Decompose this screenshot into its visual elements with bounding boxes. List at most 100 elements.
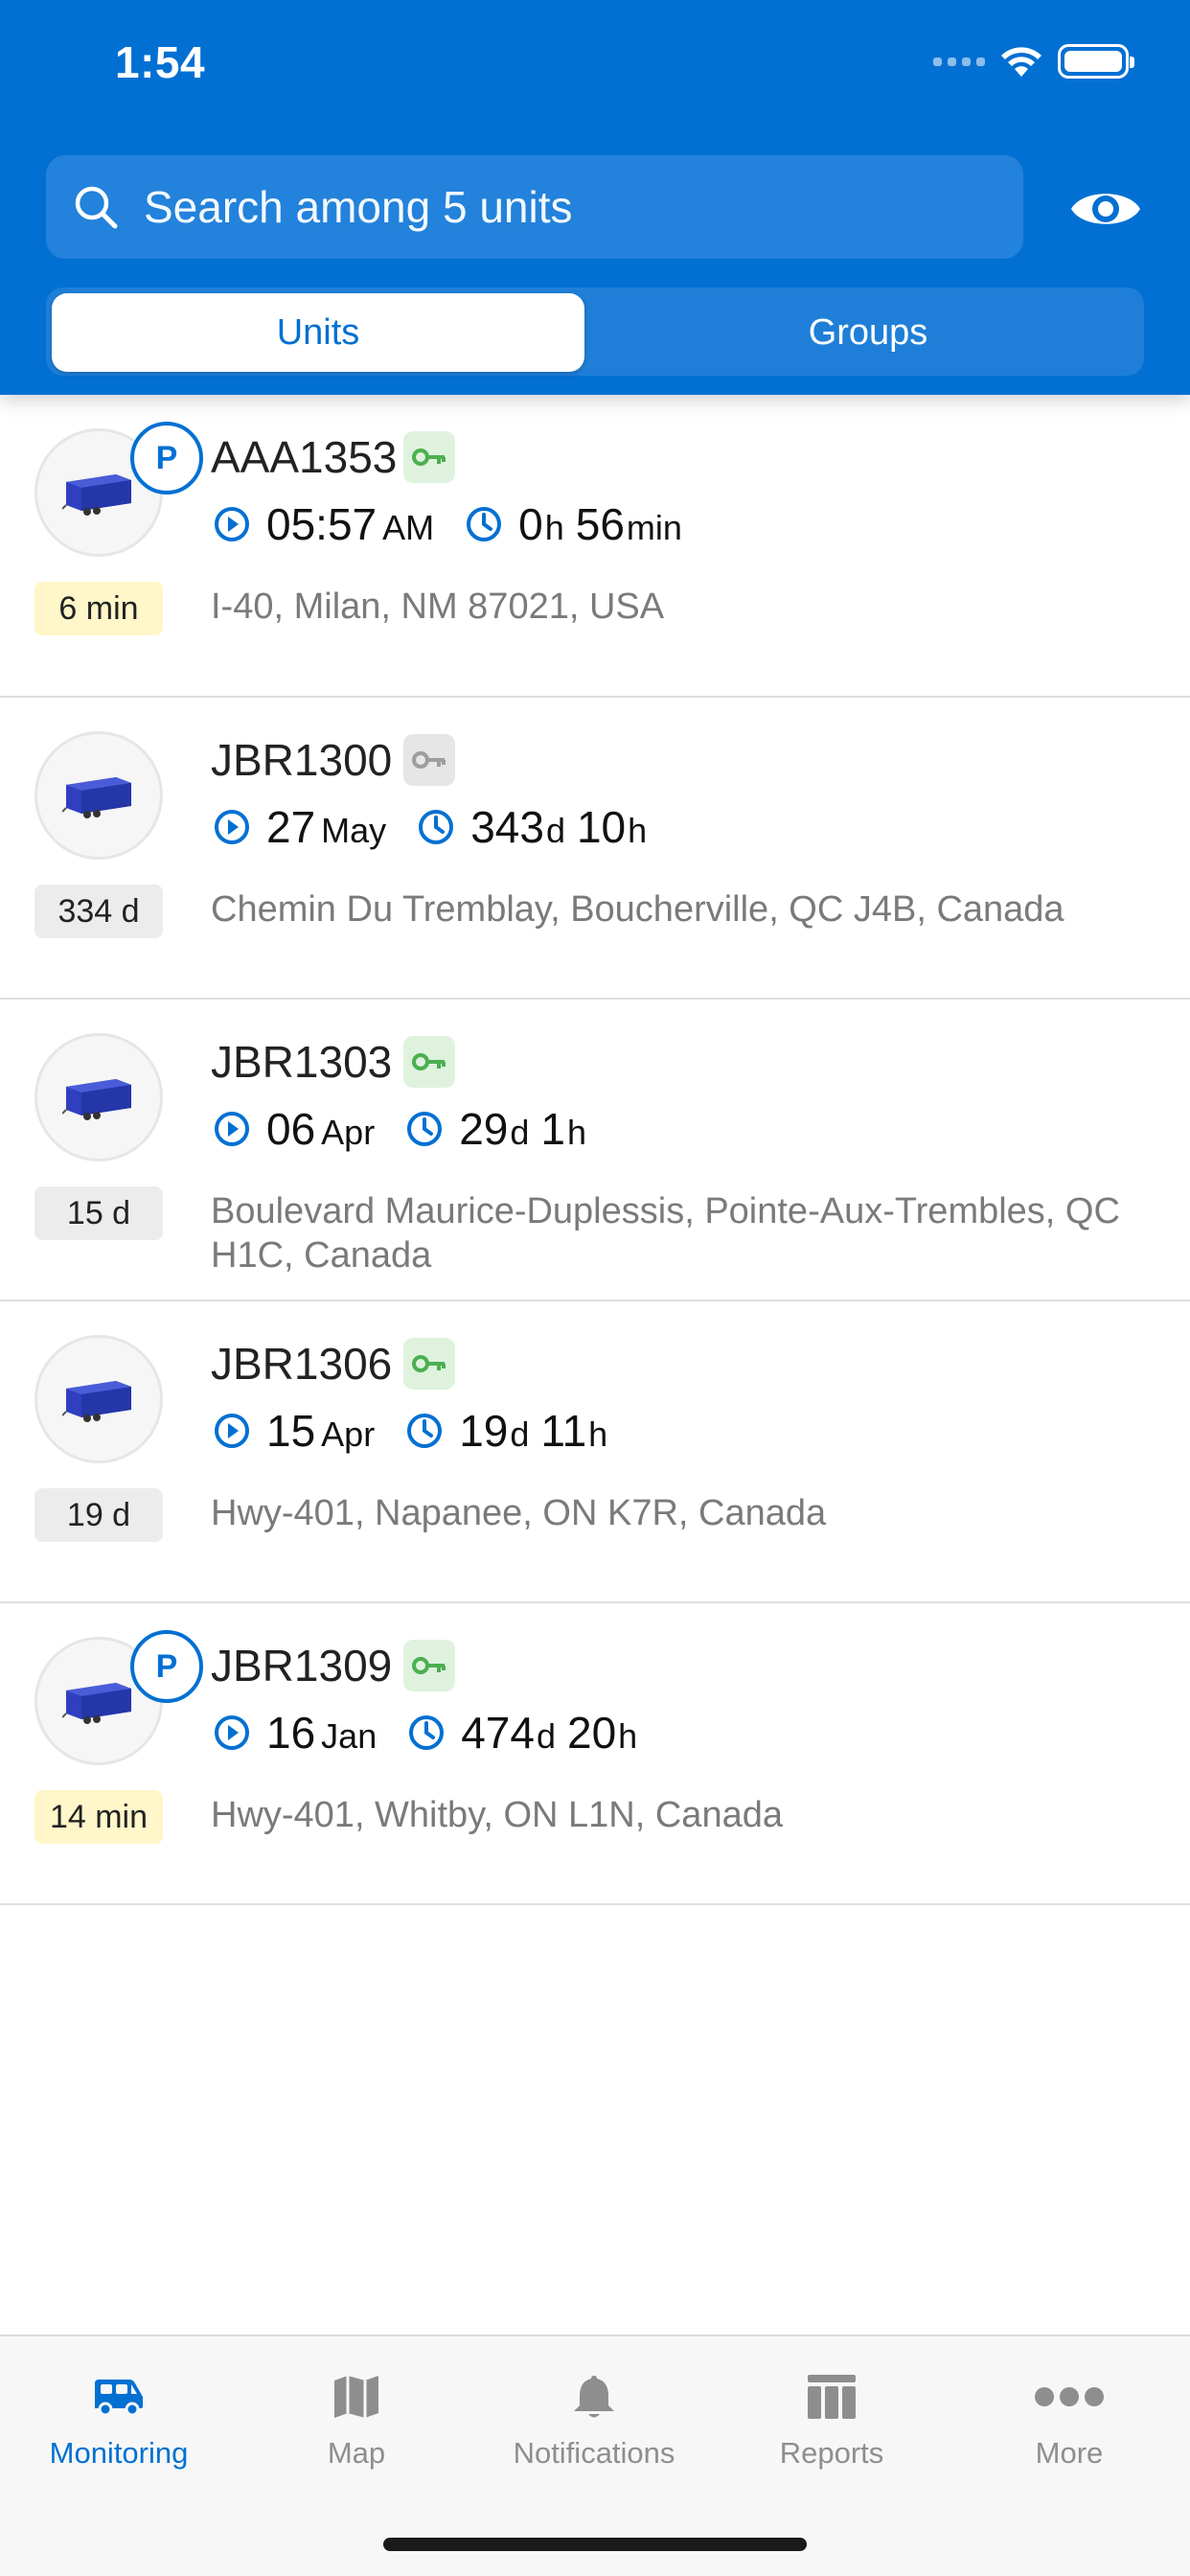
ignition-key-icon <box>403 1036 455 1088</box>
status-time: 1:54 <box>115 37 206 87</box>
last-time-value: 27 <box>266 802 316 852</box>
unit-row[interactable]: 334 d JBR1300 27 May 343 d 10 h Chemin Du Trembl… <box>0 698 1190 1000</box>
last-message-age: 14 min <box>34 1790 163 1844</box>
duration-unit-2: h <box>628 811 648 850</box>
duration-value-2: 10 <box>576 802 627 852</box>
last-time-value: 16 <box>266 1708 316 1758</box>
map-icon <box>332 2369 380 2425</box>
tab-label: Notifications <box>513 2436 675 2470</box>
last-time-unit: Apr <box>321 1414 376 1454</box>
ignition-key-icon <box>403 1640 455 1691</box>
duration-unit-2: h <box>618 1716 638 1756</box>
unit-name: AAA1353 <box>211 432 398 482</box>
search-input[interactable]: Search among 5 units <box>46 155 1023 259</box>
last-time-value: 15 <box>266 1406 316 1456</box>
duration-value-1: 474 <box>461 1708 535 1758</box>
clock-icon <box>415 806 457 848</box>
duration-unit-1: d <box>510 1414 530 1454</box>
duration-unit-1: h <box>544 508 564 547</box>
trailer-icon <box>34 1033 163 1162</box>
duration-unit-2: h <box>567 1113 587 1152</box>
last-message-time-icon <box>211 503 253 545</box>
duration-value-1: 19 <box>459 1406 509 1456</box>
duration-unit-1: d <box>536 1716 556 1756</box>
unit-address: Chemin Du Tremblay, Boucherville, QC J4B… <box>211 889 1064 930</box>
unit-stats: 16 Jan 474 d 20 h <box>211 1707 637 1759</box>
tab-units[interactable]: Units <box>52 293 584 372</box>
duration-value-2: 1 <box>540 1104 565 1154</box>
last-message-age: 6 min <box>34 582 163 635</box>
tab-reports[interactable]: Reports <box>713 2369 950 2471</box>
unit-address: Hwy-401, Napanee, ON K7R, Canada <box>211 1493 827 1533</box>
last-message-age: 15 d <box>34 1186 163 1240</box>
duration-value-1: 0 <box>518 499 543 549</box>
cellular-signal-icon <box>933 57 985 66</box>
tab-label: Monitoring <box>49 2436 189 2470</box>
unit-stats: 15 Apr 19 d 11 h <box>211 1405 607 1457</box>
last-message-age: 19 d <box>34 1488 163 1542</box>
parked-badge: P <box>130 1630 203 1703</box>
unit-stats: 27 May 343 d 10 h <box>211 801 647 853</box>
last-time-unit: May <box>321 811 387 850</box>
duration-unit-1: d <box>545 811 565 850</box>
visibility-toggle-button[interactable] <box>1065 169 1146 249</box>
truck-icon <box>91 2369 147 2425</box>
search-placeholder: Search among 5 units <box>144 182 573 232</box>
unit-row[interactable]: P 6 min AAA1353 05:57 AM 0 h 56 min I-40, Milan, … <box>0 395 1190 698</box>
last-message-time-icon <box>211 806 253 848</box>
search-icon <box>67 178 125 236</box>
tab-monitoring[interactable]: Monitoring <box>0 2369 238 2471</box>
segmented-control: Units Groups <box>46 288 1144 376</box>
unit-name: JBR1309 <box>211 1641 393 1690</box>
trailer-icon <box>34 1335 163 1463</box>
bell-icon <box>572 2369 616 2425</box>
last-time-unit: Apr <box>321 1113 376 1152</box>
duration-value-1: 29 <box>459 1104 509 1154</box>
tab-label: More <box>1035 2436 1104 2470</box>
unit-address: Boulevard Maurice-Duplessis, Pointe-Aux-… <box>211 1191 1120 1276</box>
unit-name: JBR1303 <box>211 1037 393 1087</box>
duration-value-2: 56 <box>575 499 625 549</box>
unit-row[interactable]: 19 d JBR1306 15 Apr 19 d 11 h Hwy-401, Napanee, … <box>0 1301 1190 1603</box>
status-icons <box>933 44 1134 79</box>
unit-address: I-40, Milan, NM 87021, USA <box>211 586 665 627</box>
unit-stats: 06 Apr 29 d 1 h <box>211 1103 586 1155</box>
trailer-icon <box>34 731 163 860</box>
clock-icon <box>403 1410 446 1452</box>
unit-row[interactable]: P 14 min JBR1309 16 Jan 474 d 20 h Hwy-401, Whitb… <box>0 1603 1190 1905</box>
tab-label: Reports <box>779 2436 884 2470</box>
unit-name: JBR1306 <box>211 1339 393 1389</box>
ignition-key-icon <box>403 431 455 483</box>
last-time-value: 05:57 <box>266 499 378 549</box>
tab-more[interactable]: More <box>950 2369 1188 2471</box>
duration-value-2: 20 <box>567 1708 617 1758</box>
last-message-time-icon <box>211 1108 253 1150</box>
clock-icon <box>463 503 505 545</box>
tab-groups[interactable]: Groups <box>598 293 1138 372</box>
last-message-age: 334 d <box>34 885 163 938</box>
unit-row[interactable]: 15 d JBR1303 06 Apr 29 d 1 h Boulevard Maurice-D… <box>0 1000 1190 1301</box>
duration-value-1: 343 <box>470 802 544 852</box>
units-list: P6 min AAA1353 05:57 AM 0 h 56 min I-40, Milan, … <box>0 395 1190 1905</box>
duration-unit-1: d <box>510 1113 530 1152</box>
ignition-key-icon <box>403 734 455 786</box>
last-message-time-icon <box>211 1410 253 1452</box>
duration-unit-2: min <box>626 508 682 547</box>
unit-address: Hwy-401, Whitby, ON L1N, Canada <box>211 1795 783 1835</box>
tab-label: Map <box>327 2436 386 2470</box>
tab-notifications[interactable]: Notifications <box>475 2369 713 2471</box>
last-time-unit: AM <box>382 508 435 547</box>
wifi-icon <box>1001 47 1041 77</box>
unit-name: JBR1300 <box>211 735 393 785</box>
clock-icon <box>405 1712 447 1754</box>
clock-icon <box>403 1108 446 1150</box>
more-icon <box>1034 2369 1105 2425</box>
parked-badge: P <box>130 422 203 494</box>
last-message-time-icon <box>211 1712 253 1754</box>
battery-icon <box>1058 44 1134 79</box>
unit-stats: 05:57 AM 0 h 56 min <box>211 498 682 550</box>
app-header: 1:54 Search among 5 units Units Groups <box>0 0 1190 395</box>
duration-unit-2: h <box>588 1414 608 1454</box>
tab-map[interactable]: Map <box>238 2369 475 2471</box>
last-time-value: 06 <box>266 1104 316 1154</box>
